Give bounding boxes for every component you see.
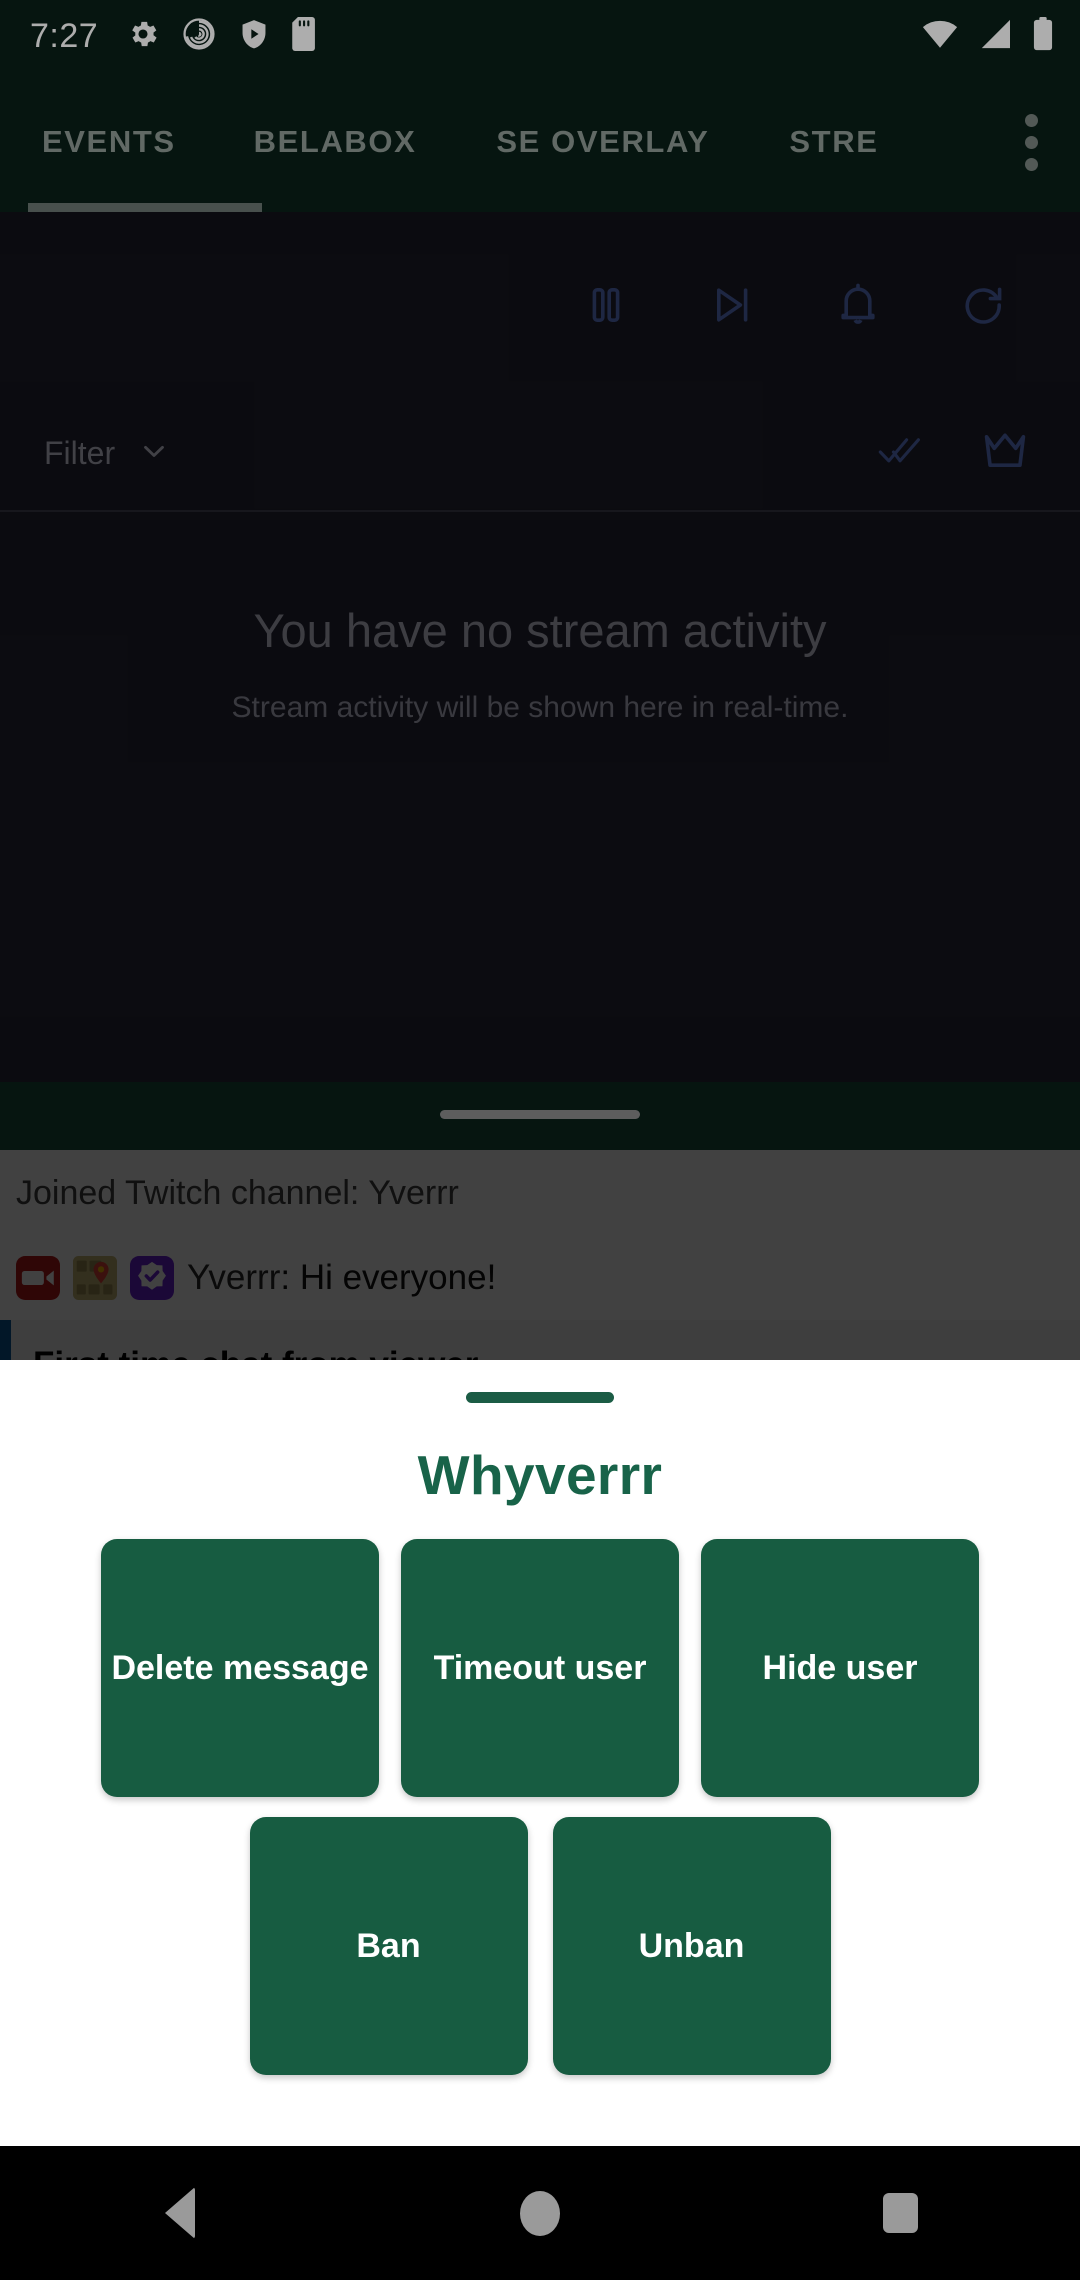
spiral-icon bbox=[182, 17, 216, 56]
skip-next-icon[interactable] bbox=[708, 281, 756, 334]
chat-scrim bbox=[0, 1150, 1080, 1360]
android-nav-bar bbox=[0, 2146, 1080, 2280]
shield-play-icon bbox=[238, 17, 270, 56]
tab-belabox-label: BELABOX bbox=[253, 124, 417, 159]
filter-actions bbox=[878, 431, 1028, 476]
home-circle-icon bbox=[520, 2190, 560, 2236]
empty-state: You have no stream activity Stream activ… bbox=[0, 602, 1080, 725]
status-left-icons bbox=[126, 16, 318, 56]
sheet-drag-handle[interactable] bbox=[466, 1392, 614, 1403]
battery-icon bbox=[1032, 16, 1054, 56]
sheet-title: Whyverrr bbox=[417, 1444, 663, 1506]
status-bar: 7:27 bbox=[0, 0, 1080, 72]
replay-icon[interactable] bbox=[960, 281, 1008, 334]
more-vertical-icon[interactable] bbox=[1013, 102, 1050, 183]
wifi-icon bbox=[922, 19, 958, 54]
tab-se-overlay-label: SE OVERLAY bbox=[496, 124, 710, 159]
ban-button[interactable]: Ban bbox=[249, 1817, 528, 2075]
tab-stream-label: STRE bbox=[789, 124, 879, 159]
sd-card-icon bbox=[292, 16, 318, 56]
tab-events-label: EVENTS bbox=[42, 124, 176, 159]
action-row-primary: Delete message Timeout user Hide user bbox=[0, 1539, 1080, 1797]
filter-label[interactable]: Filter bbox=[44, 435, 115, 472]
empty-state-title: You have no stream activity bbox=[253, 604, 827, 657]
empty-state-subtitle: Stream activity will be shown here in re… bbox=[231, 690, 849, 724]
home-button[interactable] bbox=[465, 2146, 615, 2280]
back-button[interactable] bbox=[105, 2146, 255, 2280]
timeout-user-button[interactable]: Timeout user bbox=[401, 1539, 679, 1797]
delete-message-button[interactable]: Delete message bbox=[101, 1539, 379, 1797]
status-clock: 7:27 bbox=[30, 16, 99, 55]
crown-icon[interactable] bbox=[982, 431, 1028, 476]
cell-signal-icon bbox=[978, 19, 1012, 54]
chevron-down-icon[interactable] bbox=[137, 434, 171, 473]
tab-belabox[interactable]: BELABOX bbox=[250, 72, 421, 212]
player-controls bbox=[0, 242, 1080, 372]
events-panel: Filter You have no stream activity Strea… bbox=[0, 212, 1080, 1082]
tab-stream[interactable]: STRE bbox=[785, 72, 882, 212]
phone-screen: 7:27 EVENTS BELABOX SE OVERLAY STRE Filt… bbox=[0, 0, 1080, 2280]
hide-user-button[interactable]: Hide user bbox=[701, 1539, 979, 1797]
recents-square-icon bbox=[882, 2193, 918, 2233]
bell-icon[interactable] bbox=[834, 281, 882, 334]
tab-se-overlay[interactable]: SE OVERLAY bbox=[492, 72, 713, 212]
tab-bar: EVENTS BELABOX SE OVERLAY STRE bbox=[0, 72, 1080, 212]
status-right-icons bbox=[922, 16, 1054, 56]
tab-events[interactable]: EVENTS bbox=[28, 72, 262, 212]
filter-row: Filter bbox=[0, 397, 1080, 512]
back-triangle-icon bbox=[165, 2187, 195, 2239]
recents-button[interactable] bbox=[825, 2146, 975, 2280]
moderation-bottom-sheet: Whyverrr Delete message Timeout user Hid… bbox=[0, 1360, 1080, 2150]
pause-icon[interactable] bbox=[582, 281, 630, 334]
gear-icon bbox=[126, 17, 160, 56]
chat-drag-handle[interactable] bbox=[440, 1110, 640, 1119]
double-check-icon[interactable] bbox=[878, 431, 924, 476]
unban-button[interactable]: Unban bbox=[552, 1817, 831, 2075]
action-row-secondary: Ban Unban bbox=[0, 1817, 1080, 2075]
